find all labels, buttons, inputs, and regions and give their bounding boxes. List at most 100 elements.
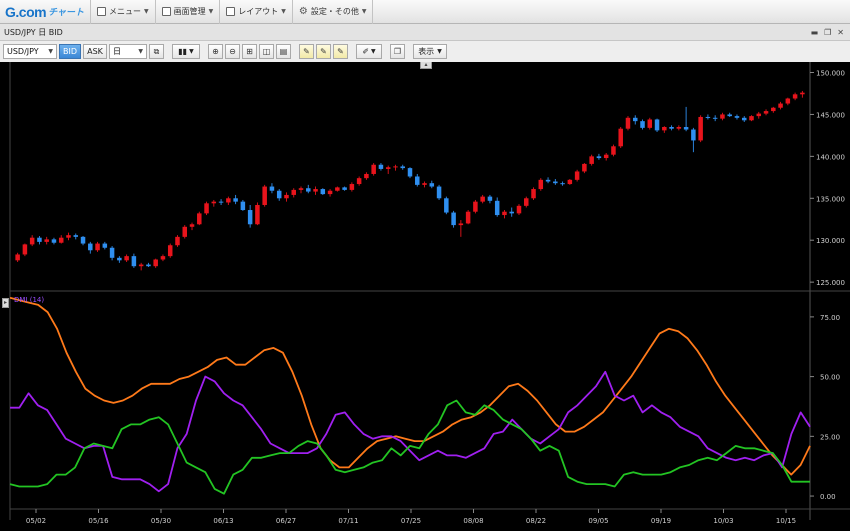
candle-body: [465, 211, 471, 224]
candle-body: [720, 114, 725, 119]
draw-tool-button-3[interactable]: ✎: [333, 44, 348, 59]
menu-button[interactable]: メニュー ▼: [90, 0, 155, 24]
zoom-out-button[interactable]: ⊖: [225, 44, 240, 59]
candle-body: [378, 164, 384, 169]
candle-body: [618, 128, 623, 147]
display-button[interactable]: 表示 ▼: [413, 44, 447, 59]
panel-icon: ▤: [279, 47, 288, 56]
candle-body: [480, 196, 485, 202]
chart-app: G.com チャート メニュー ▼ 画面管理 ▼ レイアウト ▼ ⚙ 設定・その…: [0, 0, 850, 531]
zoom-out-icon: ⊖: [229, 47, 236, 56]
candle-body: [647, 119, 653, 128]
candle-body: [37, 237, 42, 242]
candle-body: [306, 188, 311, 192]
chart-title: USD/JPY 日 BID: [4, 27, 63, 37]
candle-body: [553, 181, 558, 184]
candle-body: [167, 245, 173, 257]
restore-icon[interactable]: ❐: [824, 28, 831, 37]
grid-layout-button[interactable]: ⊞: [242, 44, 257, 59]
candle-body: [458, 223, 464, 226]
candle-body: [524, 198, 529, 206]
candle-body: [291, 189, 296, 195]
panel-button[interactable]: ▤: [276, 44, 291, 59]
expand-side-tab[interactable]: ▸: [2, 298, 9, 308]
symbol-value: USD/JPY: [7, 47, 39, 56]
candle-body: [226, 198, 231, 203]
candle-body: [727, 114, 732, 117]
logo-sub: チャート: [48, 7, 84, 17]
candle-body: [204, 203, 209, 214]
zoom-in-button[interactable]: ⊕: [208, 44, 223, 59]
ask-button[interactable]: ASK: [83, 44, 107, 59]
list-icon: [97, 7, 106, 16]
candle-body: [146, 264, 151, 267]
candle-body: [327, 190, 333, 195]
period-select[interactable]: 日 ▼: [109, 44, 147, 59]
copy-button[interactable]: ❐: [390, 44, 405, 59]
pen-icon: ✐: [362, 47, 370, 56]
candle-body: [589, 156, 594, 164]
candle-body: [625, 117, 631, 129]
candle-body: [741, 117, 747, 121]
collapse-toolbar-tab[interactable]: ▴: [420, 62, 432, 69]
layout-button[interactable]: レイアウト ▼: [219, 0, 292, 24]
candle: [654, 118, 660, 133]
candle: [611, 144, 616, 157]
candle-body: [385, 167, 391, 169]
symbol-select[interactable]: USD/JPY ▼: [3, 44, 57, 59]
date-tick-label: 09/05: [588, 517, 608, 525]
settings-button[interactable]: ⚙ 設定・その他 ▼: [291, 0, 374, 24]
compare-button[interactable]: ⧉: [149, 44, 164, 59]
candle-body: [22, 244, 28, 255]
candle-body: [73, 235, 79, 237]
candle-body: [632, 117, 638, 122]
candle-body: [545, 179, 551, 182]
candle-body: [705, 116, 711, 118]
note-icon: ✎: [320, 47, 327, 56]
candle-body: [771, 107, 776, 112]
candle-body: [800, 92, 805, 95]
chart-svg[interactable]: 125.000 130.000 135.000 140.000 145.000 150.0…: [0, 62, 850, 531]
candle-body: [654, 119, 660, 131]
date-tick-label: 06/27: [276, 517, 296, 525]
close-icon[interactable]: ✕: [837, 28, 844, 37]
grid-icon: ⊞: [246, 47, 253, 56]
candle-body: [451, 212, 456, 226]
date-tick-label: 10/03: [713, 517, 733, 525]
pen-tool-button[interactable]: ✐ ▼: [356, 44, 382, 59]
candle-body: [197, 213, 202, 225]
candle-body: [124, 256, 129, 261]
dmi-tick-label: 75.00: [820, 314, 840, 322]
draw-tool-button-2[interactable]: ✎: [316, 44, 331, 59]
dmi-tick-label: 50.00: [820, 374, 840, 382]
candle-body: [182, 226, 188, 237]
candle-body: [313, 189, 318, 192]
candle-body: [109, 247, 115, 258]
candle-body: [611, 146, 616, 155]
candle-body: [531, 189, 536, 199]
candle-body: [596, 156, 602, 159]
minimize-icon[interactable]: ▬: [811, 28, 819, 37]
candle-body: [444, 198, 449, 213]
candle-body: [255, 204, 260, 225]
candle-body: [44, 239, 49, 242]
candle: [22, 243, 28, 257]
bid-button[interactable]: BID: [59, 44, 81, 59]
dmi-tick-label: 0.00: [820, 493, 836, 501]
screen-management-label: 画面管理: [173, 7, 206, 16]
date-tick-label: 07/11: [338, 517, 358, 525]
split-view-button[interactable]: ◫: [259, 44, 274, 59]
chart-type-button[interactable]: ▮▮ ▼: [172, 44, 200, 59]
candle: [473, 199, 478, 214]
candle-body: [749, 116, 754, 121]
candle-body: [276, 190, 282, 199]
candle-body: [233, 198, 238, 202]
window-icon: [161, 7, 171, 16]
candle: [175, 235, 180, 247]
candle-body: [582, 163, 587, 172]
chevron-down-icon: ▼: [138, 48, 143, 55]
chart-area[interactable]: 125.000 130.000 135.000 140.000 145.000 150.0…: [0, 62, 850, 531]
screen-management-button[interactable]: 画面管理 ▼: [154, 0, 220, 24]
candle-body: [88, 243, 93, 251]
draw-tool-button-1[interactable]: ✎: [299, 44, 314, 59]
